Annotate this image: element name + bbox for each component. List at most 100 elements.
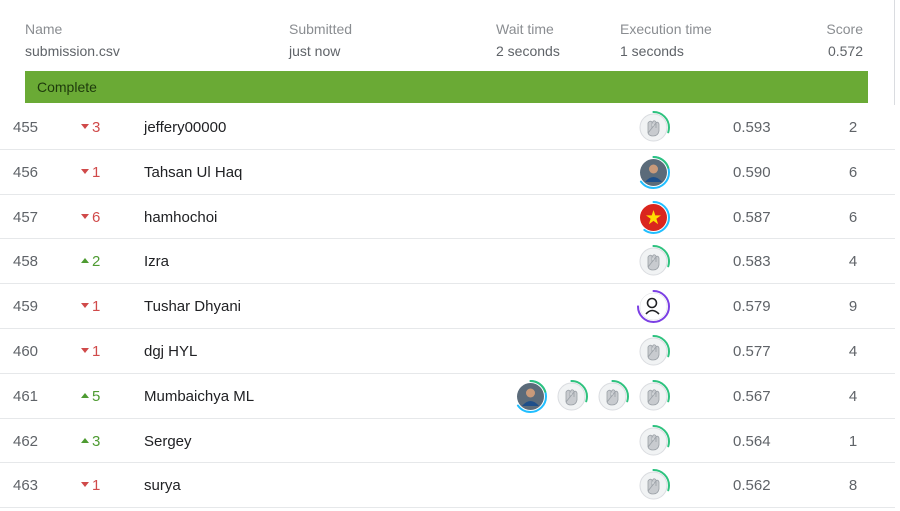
- table-row[interactable]: 456 1 Tahsan Ul Haq 0.590 6: [0, 150, 895, 195]
- status-text: Complete: [37, 79, 97, 95]
- sketch-avatar[interactable]: [637, 290, 670, 324]
- team-members: [514, 379, 670, 413]
- table-row[interactable]: 458 2 Izra 0.583 4: [0, 239, 895, 285]
- table-row[interactable]: 461 5 Mumbaichya ML 0.567 4: [0, 374, 895, 419]
- team-members: [637, 290, 670, 324]
- arrow-up-icon: [81, 392, 89, 398]
- entries-count: 6: [848, 163, 858, 181]
- team-members: [637, 245, 670, 279]
- default-avatar[interactable]: [637, 334, 670, 368]
- score-value: 0.572: [827, 43, 863, 59]
- arrow-down-icon: [81, 347, 89, 353]
- team-name[interactable]: Tahsan Ul Haq: [144, 164, 242, 182]
- default-avatar[interactable]: [637, 469, 670, 503]
- team-name[interactable]: dgj HYL: [144, 343, 197, 361]
- arrow-down-icon: [81, 168, 89, 174]
- entries-count: 8: [848, 477, 858, 495]
- score: 0.593: [733, 119, 771, 136]
- arrow-down-icon: [81, 213, 89, 219]
- team-name[interactable]: jeffery00000: [144, 119, 226, 137]
- table-row[interactable]: 459 1 Tushar Dhyani 0.579 9: [0, 284, 895, 329]
- photo-avatar[interactable]: [514, 379, 547, 413]
- table-row[interactable]: 463 1 surya 0.562 8: [0, 463, 895, 509]
- rank: 455: [13, 119, 39, 136]
- default-avatar[interactable]: [555, 379, 588, 413]
- arrow-up-icon: [81, 258, 89, 264]
- rank: 458: [13, 253, 39, 271]
- arrow-down-icon: [81, 124, 89, 129]
- submission-name-column: Name submission.csv: [25, 20, 120, 60]
- arrow-up-icon: [81, 437, 89, 443]
- rank-change: 6: [81, 209, 100, 227]
- score: 0.583: [733, 253, 771, 271]
- default-avatar[interactable]: [637, 245, 670, 279]
- table-row[interactable]: 455 3 jeffery00000 0.593 2: [0, 105, 895, 150]
- arrow-down-icon: [81, 303, 89, 309]
- default-avatar[interactable]: [637, 379, 670, 413]
- rank-change: 1: [81, 343, 100, 361]
- team-members: [637, 155, 670, 189]
- entries-count: 4: [848, 253, 858, 271]
- team-members: [637, 334, 670, 368]
- team-members: [637, 200, 670, 234]
- rank: 459: [13, 298, 39, 316]
- rank-change: 1: [81, 298, 100, 316]
- team-members: [637, 424, 670, 458]
- rank-change: 1: [81, 164, 100, 182]
- team-name[interactable]: Tushar Dhyani: [144, 298, 241, 316]
- rank-change-value: 5: [92, 387, 101, 405]
- rank-change-value: 3: [92, 432, 101, 450]
- team-name[interactable]: Sergey: [144, 433, 192, 451]
- rank: 456: [13, 163, 39, 181]
- card-divider: [894, 0, 895, 105]
- rank-change: 2: [81, 253, 100, 271]
- rank: 461: [13, 387, 39, 405]
- entries-count: 6: [848, 208, 858, 226]
- entries-count: 1: [848, 432, 858, 450]
- score: 0.564: [733, 432, 771, 450]
- wait-time-value: 2 seconds: [496, 43, 560, 59]
- rank: 457: [13, 208, 39, 226]
- entries-count: 4: [848, 342, 858, 360]
- rank-change: 3: [81, 433, 100, 451]
- default-avatar[interactable]: [637, 424, 670, 458]
- score: 0.590: [733, 163, 771, 181]
- entries-count: 4: [848, 387, 858, 405]
- submission-file-name: submission.csv: [25, 43, 120, 59]
- score: 0.587: [733, 208, 771, 226]
- rank-change: 1: [81, 477, 100, 495]
- execution-time-label: Execution time: [620, 21, 712, 37]
- submission-card: Name submission.csv Submitted just now W…: [0, 0, 895, 105]
- score: 0.577: [733, 342, 771, 360]
- score: 0.579: [733, 298, 771, 316]
- vietnam-flag-avatar[interactable]: [637, 200, 670, 234]
- team-name[interactable]: Mumbaichya ML: [144, 388, 254, 406]
- name-label: Name: [25, 21, 63, 37]
- submitted-column: Submitted just now: [289, 20, 352, 60]
- photo-avatar[interactable]: [637, 155, 670, 189]
- rank: 463: [13, 477, 39, 495]
- table-row[interactable]: 460 1 dgj HYL 0.577 4: [0, 329, 895, 374]
- team-name[interactable]: Izra: [144, 253, 169, 271]
- score: 0.562: [733, 477, 771, 495]
- table-row[interactable]: 457 6 hamhochoi 0.587 6: [0, 195, 895, 240]
- wait-time-column: Wait time 2 seconds: [496, 20, 560, 60]
- table-row[interactable]: 462 3 Sergey 0.564 1: [0, 419, 895, 464]
- rank-change-value: 2: [92, 253, 101, 271]
- rank-change-value: 1: [92, 342, 101, 360]
- entries-count: 9: [848, 298, 858, 316]
- rank-change: 5: [81, 388, 100, 406]
- score-column: Score 0.572: [826, 20, 863, 60]
- rank-change: 3: [81, 119, 100, 137]
- entries-count: 2: [848, 119, 858, 136]
- team-name[interactable]: hamhochoi: [144, 209, 217, 227]
- submitted-label: Submitted: [289, 21, 353, 37]
- score: 0.567: [733, 387, 771, 405]
- rank: 460: [13, 342, 39, 360]
- default-avatar[interactable]: [637, 111, 670, 144]
- team-name[interactable]: surya: [144, 477, 181, 495]
- execution-time-value: 1 seconds: [620, 43, 684, 59]
- team-members: [637, 469, 670, 503]
- default-avatar[interactable]: [596, 379, 629, 413]
- status-bar: Complete: [25, 71, 868, 103]
